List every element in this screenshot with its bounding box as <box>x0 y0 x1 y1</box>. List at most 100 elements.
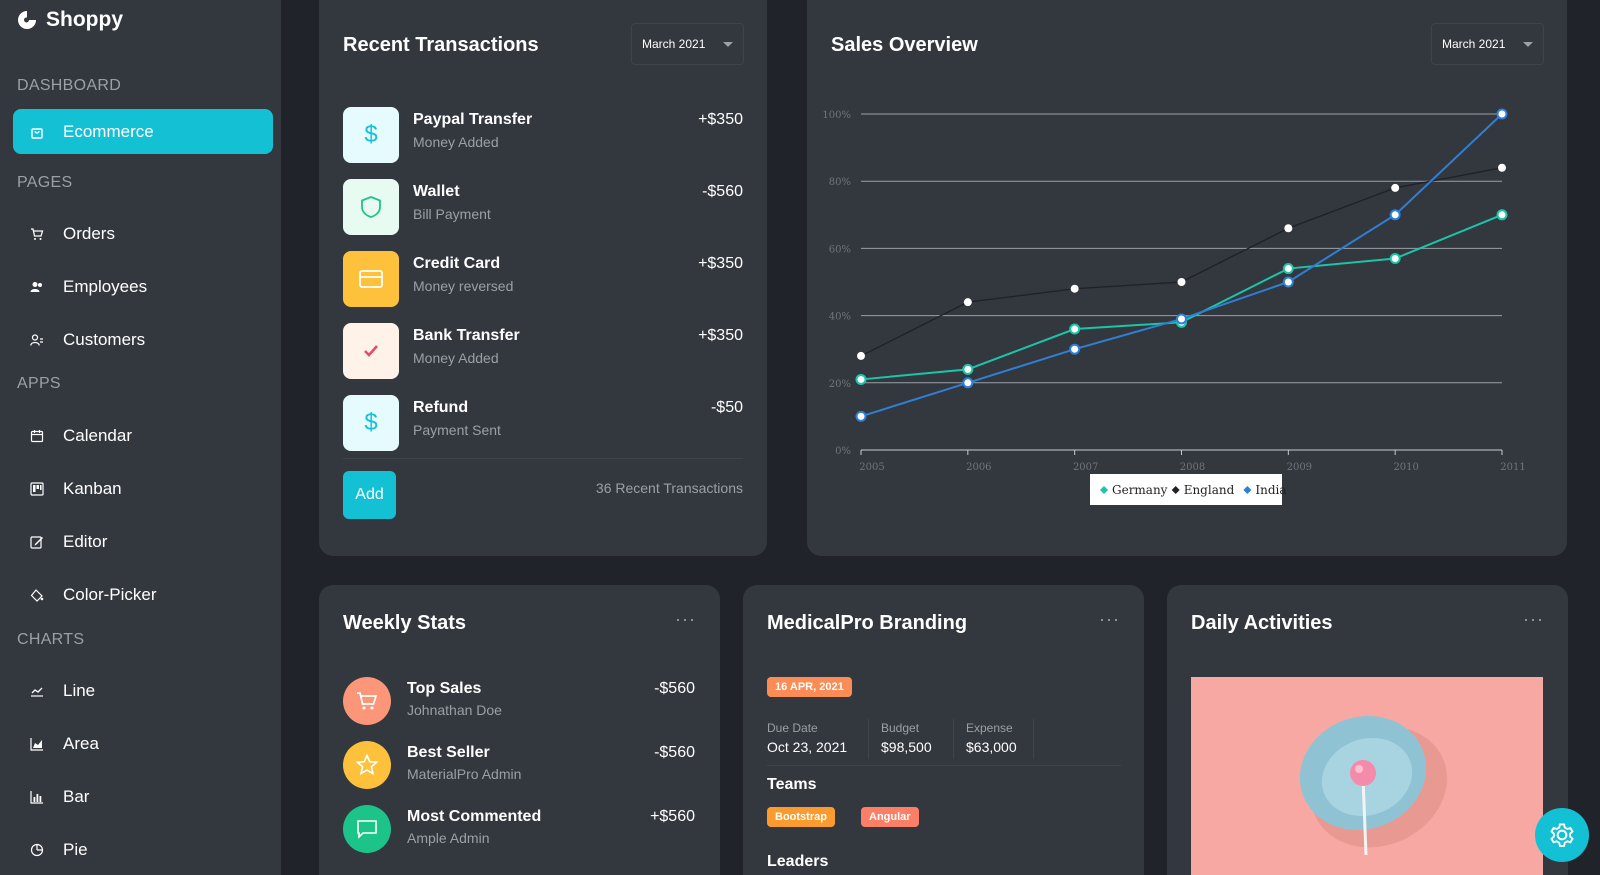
data-point <box>1498 163 1506 172</box>
more-options-icon[interactable]: ··· <box>1523 609 1544 630</box>
add-transaction-button[interactable]: Add <box>343 471 396 519</box>
sidebar-item-line[interactable]: Line <box>13 668 273 713</box>
teams-label: Teams <box>767 776 817 793</box>
sidebar-item-label: Ecommerce <box>63 121 154 141</box>
sidebar-item-color-picker[interactable]: Color-Picker <box>13 572 273 617</box>
sidebar-item-label: Customers <box>63 329 146 349</box>
y-tick-label: 80% <box>829 177 851 188</box>
budget-label: Budget <box>881 721 920 735</box>
sidebar-item-label: Calendar <box>63 425 132 445</box>
data-point <box>1282 276 1294 288</box>
sales-overview-card: Sales Overview March 2021 0% 20% 40% 60% 80%… <box>807 0 1567 556</box>
transaction-subtitle: Payment Sent <box>413 422 501 438</box>
transaction-amount: +$350 <box>698 327 743 344</box>
transaction-row[interactable]: $ Refund Payment Sent -$50 <box>343 395 743 453</box>
due-date-value: Oct 23, 2021 <box>767 739 848 755</box>
sidebar-item-ecommerce[interactable]: Ecommerce <box>13 109 273 154</box>
transaction-subtitle: Bill Payment <box>413 206 491 222</box>
transaction-row[interactable]: Bank Transfer Money Added +$350 <box>343 323 743 381</box>
stat-amount: +$560 <box>650 808 695 825</box>
sidebar-item-pie[interactable]: Pie <box>13 827 273 872</box>
more-options-icon[interactable]: ··· <box>1099 609 1120 630</box>
stat-row[interactable]: Top Sales Johnathan Doe -$560 <box>343 677 695 727</box>
divider <box>953 719 954 759</box>
data-point <box>963 298 972 307</box>
team-badge-bootstrap[interactable]: Bootstrap <box>767 807 835 827</box>
logo-icon <box>18 11 36 29</box>
stat-subtitle: Johnathan Doe <box>407 702 502 718</box>
area-chart-icon <box>29 736 45 752</box>
sidebar-item-calendar[interactable]: Calendar <box>13 413 273 458</box>
weekly-stats-title: Weekly Stats <box>343 612 467 634</box>
sidebar-item-customers[interactable]: Customers <box>13 317 273 362</box>
section-title-apps: APPS <box>17 375 61 392</box>
divider <box>767 765 1121 766</box>
y-tick-label: 100% <box>822 110 851 121</box>
due-date-label: Due Date <box>767 721 818 735</box>
legend-label: Germany <box>1112 483 1168 497</box>
transaction-title: Bank Transfer <box>413 327 520 344</box>
data-point <box>1496 108 1508 120</box>
data-point <box>855 410 867 422</box>
data-point <box>1177 278 1186 286</box>
stat-title: Most Commented <box>407 808 542 825</box>
sidebar-item-label: Area <box>63 733 99 753</box>
data-point <box>1496 209 1508 221</box>
data-point <box>1282 263 1294 275</box>
y-tick-label: 20% <box>829 379 851 390</box>
sidebar-item-employees[interactable]: Employees <box>13 264 273 309</box>
transactions-count: 36 Recent Transactions <box>595 480 743 496</box>
y-tick-label: 0% <box>835 446 851 457</box>
brand-logo[interactable]: Shoppy <box>16 8 123 32</box>
sidebar-item-editor[interactable]: Editor <box>13 519 273 564</box>
divider <box>868 719 869 759</box>
data-point <box>962 377 974 389</box>
expense-value: $63,000 <box>966 739 1017 755</box>
transaction-title: Refund <box>413 399 469 416</box>
settings-button[interactable] <box>1535 808 1589 862</box>
edit-icon <box>29 534 45 550</box>
stat-subtitle: Ample Admin <box>407 830 490 846</box>
legend-label: England <box>1184 483 1235 497</box>
y-tick-label: 60% <box>829 244 851 255</box>
legend-label: India <box>1255 483 1286 497</box>
line-chart-icon <box>29 683 45 699</box>
more-options-icon[interactable]: ··· <box>675 609 696 630</box>
shopping-bag-icon <box>29 124 45 140</box>
sales-line-chart: 0% 20% 40% 60% 80% 100% 2005 2006 2007 2008 2009 20… <box>822 108 1526 505</box>
credit-card-icon <box>343 251 399 307</box>
data-point <box>1391 183 1400 192</box>
sidebar-item-area[interactable]: Area <box>13 721 273 766</box>
transaction-row[interactable]: $ Paypal Transfer Money Added +$350 <box>343 107 743 165</box>
sidebar-item-label: Color-Picker <box>63 584 157 604</box>
daily-activities-card: Daily Activities ··· <box>1167 585 1568 875</box>
stat-amount: -$560 <box>654 680 695 697</box>
x-tick-label: 2008 <box>1180 462 1205 473</box>
team-badge-angular[interactable]: Angular <box>861 807 919 827</box>
shield-icon <box>343 179 399 235</box>
recent-transactions-period-select[interactable]: March 2021 <box>631 23 745 65</box>
transaction-amount: -$50 <box>710 399 743 416</box>
sidebar-item-bar[interactable]: Bar <box>13 774 273 819</box>
pie-chart-icon <box>29 842 45 858</box>
transaction-row[interactable]: Credit Card Money reversed +$350 <box>343 251 743 309</box>
transaction-subtitle: Money Added <box>413 350 499 366</box>
color-picker-icon <box>29 587 45 603</box>
dollar-icon: $ <box>343 107 399 163</box>
daily-activities-title: Daily Activities <box>1191 612 1333 634</box>
bar-chart-icon <box>29 789 45 805</box>
sidebar-item-orders[interactable]: Orders <box>13 211 273 256</box>
sidebar-item-kanban[interactable]: Kanban <box>13 466 273 511</box>
brand-name: Shoppy <box>46 8 123 31</box>
transaction-amount: +$350 <box>698 111 743 128</box>
section-title-charts: CHARTS <box>17 631 85 648</box>
transaction-row[interactable]: Wallet Bill Payment -$560 <box>343 179 743 237</box>
data-point <box>962 363 974 375</box>
recent-transactions-card: Recent Transactions March 2021 $ Paypal … <box>319 0 767 556</box>
transaction-title: Paypal Transfer <box>413 111 533 128</box>
employees-icon <box>29 279 45 295</box>
stat-row[interactable]: Best Seller MaterialPro Admin -$560 <box>343 741 695 791</box>
sidebar-item-label: Employees <box>63 276 148 296</box>
sidebar: Shoppy DASHBOARD Ecommerce PAGES Orders … <box>0 0 281 875</box>
stat-row[interactable]: Most Commented Ample Admin +$560 <box>343 805 695 855</box>
